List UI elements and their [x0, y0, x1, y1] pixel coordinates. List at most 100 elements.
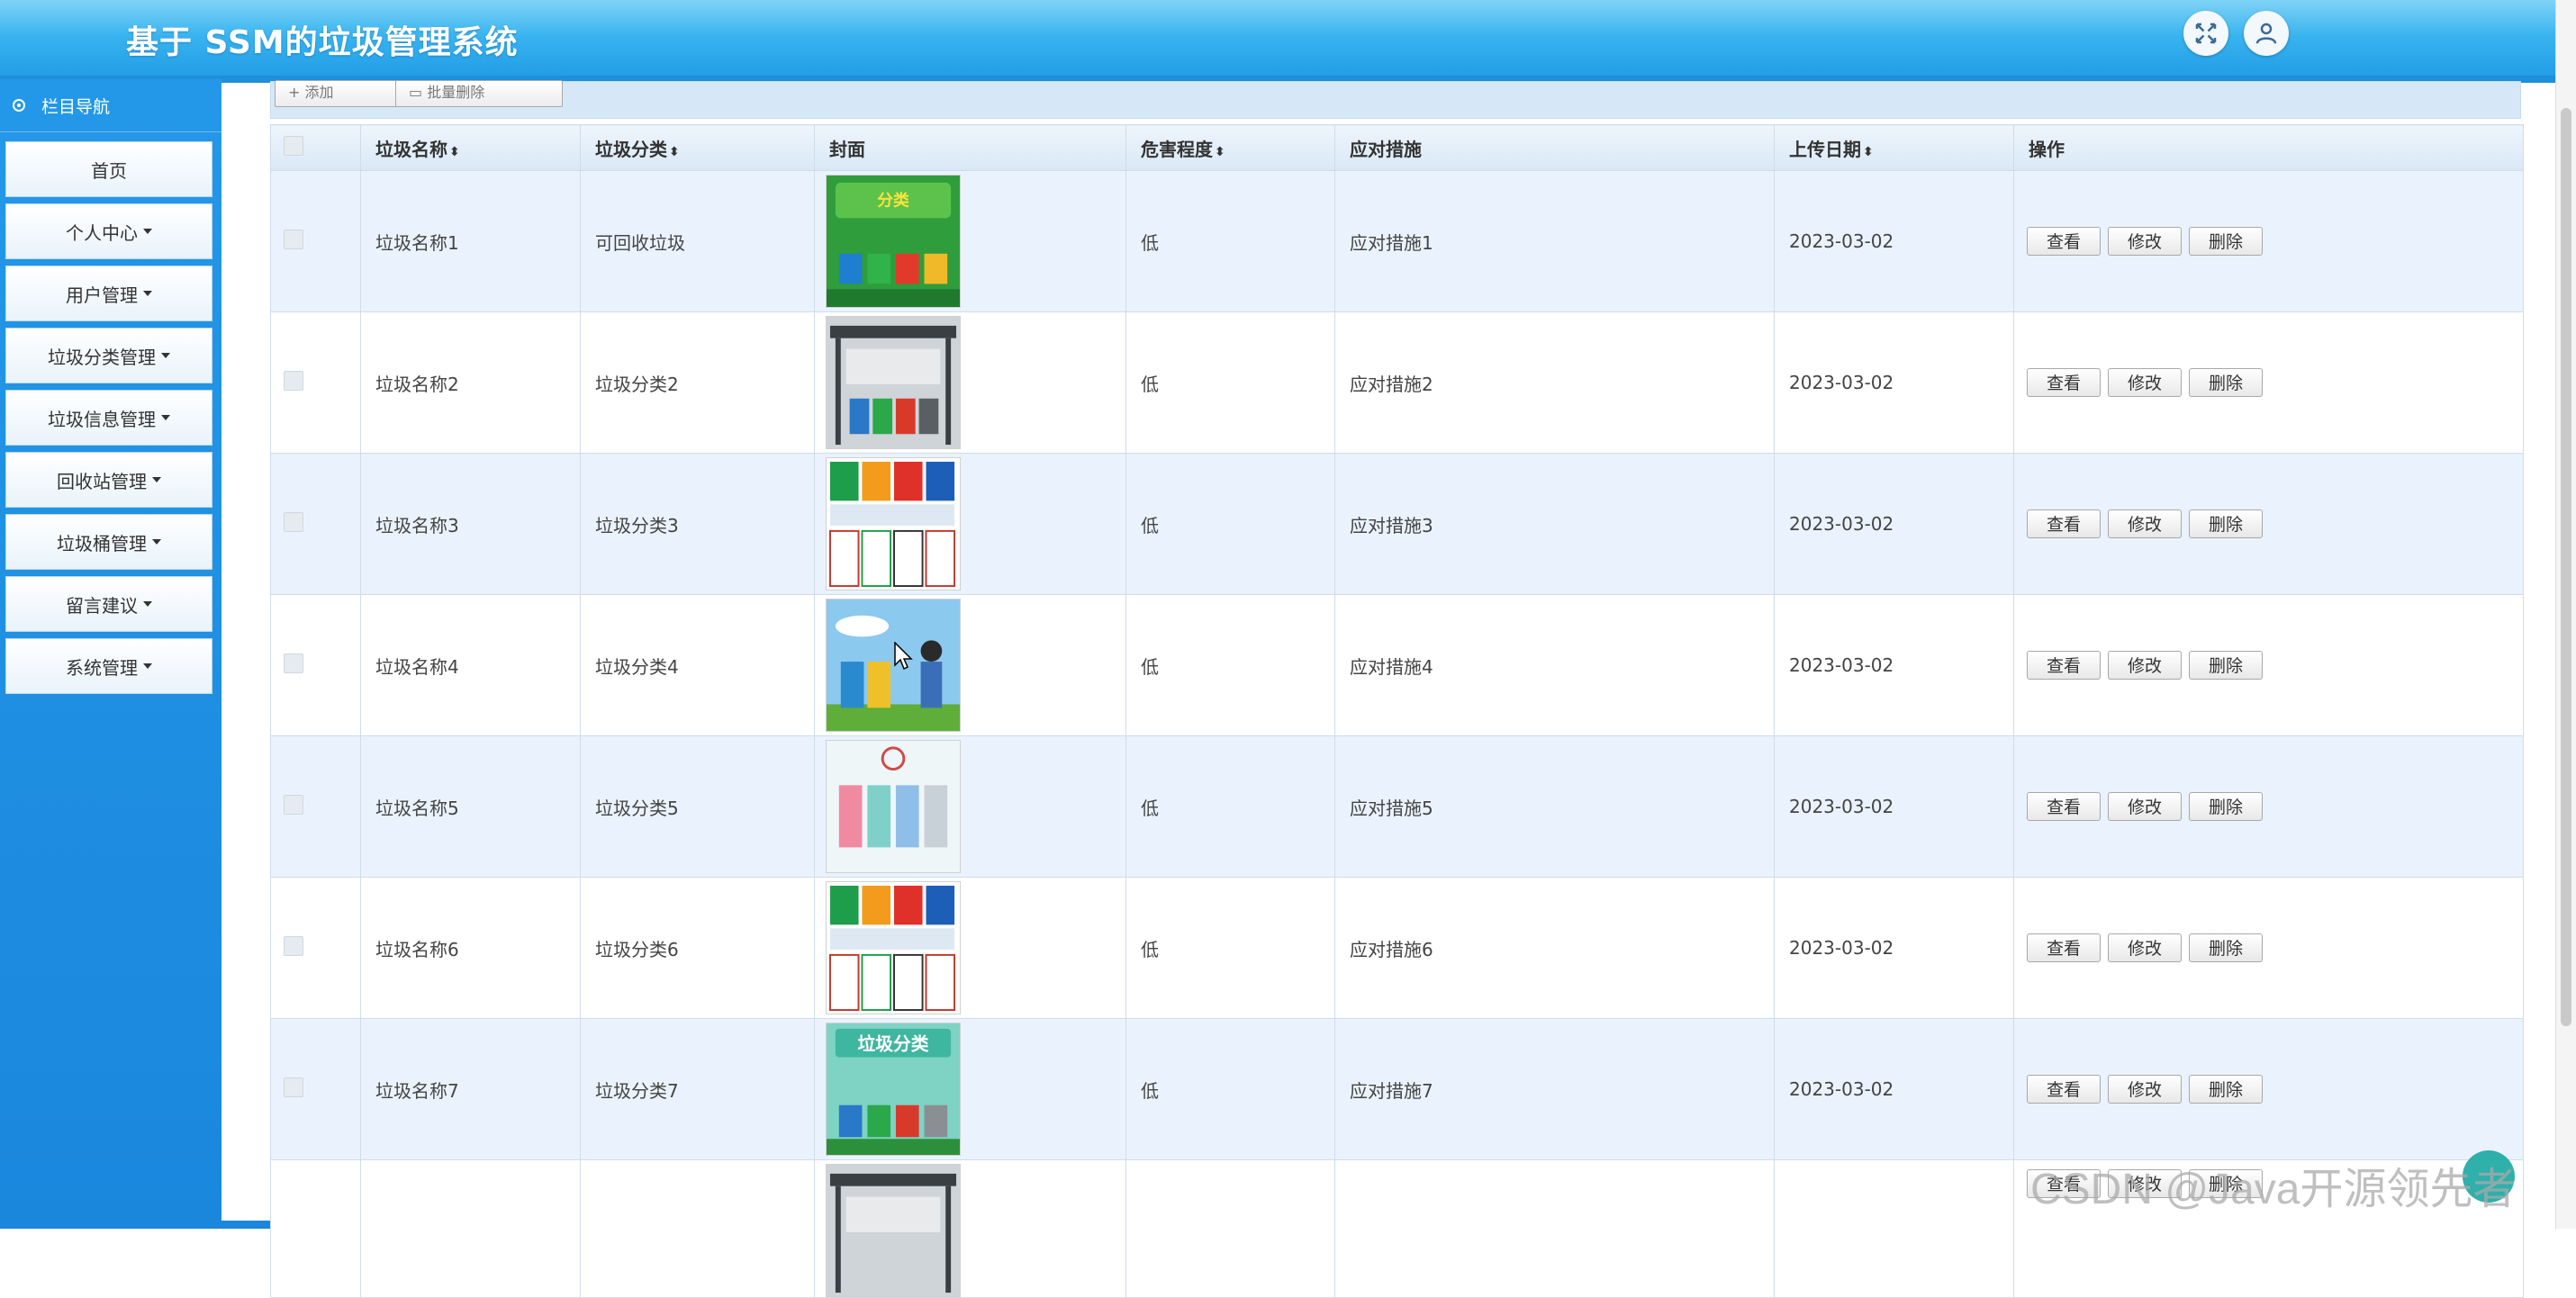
row-checkbox[interactable]	[284, 935, 303, 956]
edit-button[interactable]: 修改	[2108, 1075, 2182, 1104]
edit-button[interactable]: 修改	[2108, 651, 2182, 680]
batch-delete-label: 批量删除	[427, 84, 485, 101]
header-select-all[interactable]	[270, 124, 361, 171]
row-select[interactable]	[270, 594, 361, 736]
row-select[interactable]	[270, 170, 361, 312]
sidebar-item-bin-management[interactable]: 垃圾桶管理	[5, 514, 212, 570]
sidebar-item-personal-center[interactable]: 个人中心	[5, 203, 212, 259]
delete-button[interactable]: 删除	[2189, 509, 2263, 538]
header-label: 垃圾分类	[595, 138, 667, 160]
row-select[interactable]	[270, 1018, 361, 1160]
caret-down-icon	[152, 477, 161, 482]
add-button[interactable]: + 添加	[275, 80, 401, 107]
edit-button[interactable]: 修改	[2108, 509, 2182, 538]
view-button[interactable]: 查看	[2027, 1075, 2101, 1104]
cell-date	[1774, 1159, 2014, 1298]
sidebar-item-user-management[interactable]: 用户管理	[5, 266, 212, 321]
sidebar-item-label: 垃圾分类管理	[48, 346, 156, 368]
sort-icon[interactable]: ⬍	[669, 145, 680, 159]
cover-image[interactable]	[826, 316, 961, 449]
sidebar-item-label: 系统管理	[66, 656, 138, 679]
sidebar-item-home[interactable]: 首页	[5, 141, 212, 197]
cell-category: 垃圾分类7	[580, 1018, 815, 1160]
cell-cover: 分类	[814, 170, 1126, 312]
delete-button[interactable]: 删除	[2189, 368, 2263, 397]
caret-down-icon	[152, 539, 161, 545]
sidebar-item-category-management[interactable]: 垃圾分类管理	[5, 328, 212, 383]
add-button-label: 添加	[304, 84, 334, 101]
edit-button[interactable]: 修改	[2108, 368, 2182, 397]
header-hazard[interactable]: 危害程度 ⬍	[1125, 124, 1335, 171]
sidebar-item-label: 回收站管理	[57, 470, 147, 492]
cover-image[interactable]	[826, 457, 961, 590]
row-checkbox[interactable]	[284, 229, 303, 249]
row-checkbox[interactable]	[284, 1077, 303, 1097]
row-checkbox[interactable]	[284, 794, 303, 815]
view-button[interactable]: 查看	[2027, 792, 2101, 821]
cell-date: 2023-03-02	[1774, 1018, 2014, 1160]
cell-hazard	[1125, 1159, 1335, 1298]
sidebar-item-system-management[interactable]: 系统管理	[5, 638, 212, 694]
edit-button[interactable]: 修改	[2108, 227, 2182, 256]
cell-hazard: 低	[1125, 170, 1335, 312]
svg-text:垃圾分类: 垃圾分类	[858, 1034, 929, 1055]
cover-image[interactable]: 分类	[826, 175, 961, 308]
view-button[interactable]: 查看	[2027, 227, 2101, 256]
cell-category: 垃圾分类2	[580, 311, 815, 454]
row-select[interactable]	[270, 311, 361, 454]
sort-icon[interactable]: ⬍	[1215, 145, 1225, 159]
sidebar-item-label: 个人中心	[66, 221, 138, 244]
sidebar-item-feedback[interactable]: 留言建议	[5, 576, 212, 632]
page-scrollbar[interactable]	[2555, 0, 2576, 1229]
sort-icon[interactable]: ⬍	[1863, 145, 1874, 159]
cell-actions: 查看 修改 删除	[2013, 877, 2524, 1019]
fullscreen-button[interactable]	[2183, 11, 2228, 56]
row-select[interactable]	[270, 877, 361, 1019]
delete-button[interactable]: 删除	[2189, 792, 2263, 821]
top-header: 基于 SSM的垃圾管理系统	[0, 0, 2576, 81]
caret-down-icon	[143, 291, 152, 296]
cover-image[interactable]	[826, 740, 961, 873]
delete-button[interactable]: 删除	[2189, 933, 2263, 962]
view-button[interactable]: 查看	[2027, 368, 2101, 397]
header-label: 垃圾名称	[375, 138, 447, 160]
cell-category: 垃圾分类4	[580, 594, 815, 736]
delete-button[interactable]: 删除	[2189, 227, 2263, 256]
delete-button[interactable]: 删除	[2189, 651, 2263, 680]
delete-button[interactable]: 删除	[2189, 1075, 2263, 1104]
view-button[interactable]: 查看	[2027, 651, 2101, 680]
radio-dot-icon	[13, 99, 25, 112]
row-select[interactable]	[270, 735, 361, 878]
caret-down-icon	[161, 415, 170, 420]
row-checkbox[interactable]	[284, 370, 303, 391]
row-select[interactable]	[270, 453, 361, 595]
sort-icon[interactable]: ⬍	[449, 145, 460, 159]
cover-image[interactable]: 垃圾分类	[826, 1023, 961, 1156]
view-button[interactable]: 查看	[2027, 933, 2101, 962]
view-button[interactable]: 查看	[2027, 509, 2101, 538]
row-actions: 查看 修改 删除	[2027, 933, 2523, 962]
edit-button[interactable]: 修改	[2108, 792, 2182, 821]
select-all-checkbox[interactable]	[284, 135, 303, 156]
cover-image[interactable]	[826, 1164, 961, 1297]
batch-delete-button[interactable]: ▭ 批量删除	[395, 80, 563, 107]
cell-measure: 应对措施3	[1334, 453, 1775, 595]
cover-image[interactable]	[826, 599, 961, 732]
cover-image[interactable]	[826, 881, 961, 1014]
row-actions: 查看 修改 删除	[2027, 792, 2523, 821]
sidebar-item-recycle-station-management[interactable]: 回收站管理	[5, 452, 212, 508]
cell-measure: 应对措施1	[1334, 170, 1775, 312]
scrollbar-thumb[interactable]	[2561, 108, 2571, 1026]
header-label: 上传日期	[1789, 138, 1861, 160]
cell-hazard: 低	[1125, 735, 1335, 878]
table-row: 垃圾名称3 垃圾分类3 低 应对措施3 2023-03-02 查看 修改 删除	[270, 453, 2524, 595]
sidebar-item-garbage-info-management[interactable]: 垃圾信息管理	[5, 390, 212, 446]
edit-button[interactable]: 修改	[2108, 933, 2182, 962]
row-select[interactable]	[270, 1159, 361, 1298]
header-name[interactable]: 垃圾名称 ⬍	[360, 124, 581, 171]
header-date[interactable]: 上传日期 ⬍	[1774, 124, 2014, 171]
row-checkbox[interactable]	[284, 511, 303, 532]
user-button[interactable]	[2244, 11, 2289, 56]
header-category[interactable]: 垃圾分类 ⬍	[580, 124, 815, 171]
row-checkbox[interactable]	[284, 653, 303, 673]
